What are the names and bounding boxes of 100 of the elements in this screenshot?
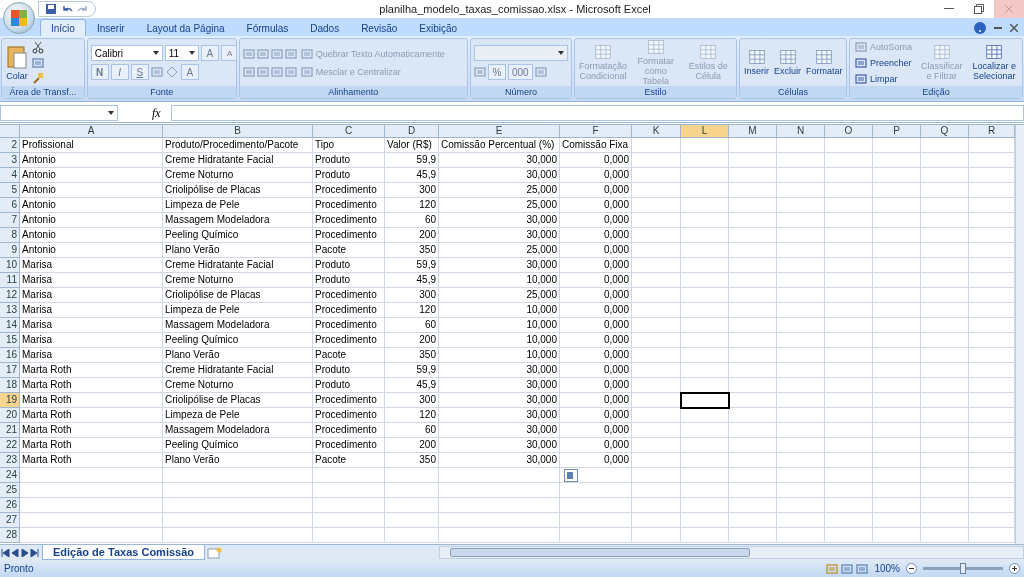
empty-cell[interactable] [873, 483, 921, 498]
empty-cell[interactable] [921, 243, 969, 258]
empty-cell[interactable] [385, 528, 439, 543]
empty-cell[interactable] [825, 168, 873, 183]
empty-cell[interactable] [313, 498, 385, 513]
row-header[interactable]: 10 [0, 258, 20, 273]
empty-cell[interactable] [313, 483, 385, 498]
editing-button[interactable]: Preencher [853, 55, 915, 70]
empty-cell[interactable] [163, 528, 313, 543]
empty-cell[interactable] [729, 288, 777, 303]
empty-cell[interactable] [632, 498, 681, 513]
empty-cell[interactable] [873, 138, 921, 153]
column-header[interactable]: C [313, 125, 385, 138]
row-header[interactable]: 18 [0, 378, 20, 393]
empty-cell[interactable] [921, 213, 969, 228]
empty-cell[interactable] [632, 318, 681, 333]
empty-cell[interactable] [777, 453, 825, 468]
empty-cell[interactable] [681, 183, 729, 198]
empty-cell[interactable] [873, 183, 921, 198]
empty-cell[interactable] [729, 423, 777, 438]
empty-cell[interactable] [729, 198, 777, 213]
empty-cell[interactable] [632, 228, 681, 243]
empty-cell[interactable] [632, 183, 681, 198]
empty-cell[interactable] [681, 423, 729, 438]
empty-cell[interactable] [560, 498, 632, 513]
empty-cell[interactable] [777, 243, 825, 258]
empty-cell[interactable] [163, 498, 313, 513]
empty-cell[interactable] [873, 438, 921, 453]
empty-cell[interactable] [385, 483, 439, 498]
save-icon[interactable] [45, 3, 57, 15]
column-header[interactable]: A [20, 125, 163, 138]
new-sheet-icon[interactable] [207, 546, 224, 559]
row-header[interactable]: 21 [0, 423, 20, 438]
row-header[interactable]: 12 [0, 288, 20, 303]
empty-cell[interactable] [777, 153, 825, 168]
paste-options-icon[interactable] [564, 469, 578, 482]
empty-cell[interactable] [873, 198, 921, 213]
empty-cell[interactable] [681, 318, 729, 333]
empty-cell[interactable] [729, 333, 777, 348]
empty-cell[interactable] [777, 168, 825, 183]
active-cell[interactable] [681, 393, 729, 408]
empty-cell[interactable] [921, 198, 969, 213]
empty-cell[interactable] [681, 243, 729, 258]
select-all-corner[interactable] [0, 125, 20, 138]
empty-cell[interactable] [777, 273, 825, 288]
empty-cell[interactable] [825, 138, 873, 153]
empty-cell[interactable] [825, 228, 873, 243]
empty-cell[interactable] [825, 528, 873, 543]
empty-cell[interactable] [825, 243, 873, 258]
empty-cell[interactable] [632, 423, 681, 438]
empty-cell[interactable] [777, 363, 825, 378]
empty-cell[interactable] [632, 258, 681, 273]
row-header[interactable]: 26 [0, 498, 20, 513]
empty-cell[interactable] [385, 498, 439, 513]
empty-cell[interactable] [729, 453, 777, 468]
row-header[interactable]: 7 [0, 213, 20, 228]
empty-cell[interactable] [921, 333, 969, 348]
empty-cell[interactable] [632, 363, 681, 378]
empty-cell[interactable] [921, 528, 969, 543]
empty-cell[interactable] [921, 273, 969, 288]
empty-cell[interactable] [921, 378, 969, 393]
column-header[interactable]: B [163, 125, 313, 138]
empty-cell[interactable] [825, 453, 873, 468]
empty-cell[interactable] [777, 513, 825, 528]
empty-cell[interactable] [681, 168, 729, 183]
thousands-button[interactable]: 000 [508, 64, 533, 80]
column-header[interactable]: K [632, 125, 681, 138]
ribbon-tab[interactable]: Fórmulas [235, 19, 300, 36]
empty-cell[interactable] [873, 228, 921, 243]
row-header[interactable]: 11 [0, 273, 20, 288]
empty-cell[interactable] [681, 333, 729, 348]
empty-cell[interactable] [921, 468, 969, 483]
ribbon-tab[interactable]: Revisão [350, 19, 409, 36]
row-header[interactable]: 20 [0, 408, 20, 423]
empty-cell[interactable] [777, 183, 825, 198]
sheet-tab[interactable]: Edição de Taxas Comissão [42, 545, 206, 560]
empty-cell[interactable] [873, 273, 921, 288]
empty-cell[interactable] [681, 138, 729, 153]
empty-cell[interactable] [777, 378, 825, 393]
empty-cell[interactable] [729, 378, 777, 393]
empty-cell[interactable] [632, 438, 681, 453]
empty-cell[interactable] [873, 258, 921, 273]
empty-cell[interactable] [921, 438, 969, 453]
row-header[interactable]: 23 [0, 453, 20, 468]
empty-cell[interactable] [681, 453, 729, 468]
empty-cell[interactable] [681, 258, 729, 273]
empty-cell[interactable] [632, 273, 681, 288]
empty-cell[interactable] [873, 213, 921, 228]
empty-cell[interactable] [825, 183, 873, 198]
row-header[interactable]: 9 [0, 243, 20, 258]
empty-cell[interactable] [873, 318, 921, 333]
empty-cell[interactable] [873, 408, 921, 423]
italic-button[interactable]: I [110, 64, 129, 80]
column-header[interactable]: M [729, 125, 777, 138]
empty-cell[interactable] [777, 333, 825, 348]
empty-cell[interactable] [921, 363, 969, 378]
horizontal-scrollbar[interactable] [439, 546, 1024, 559]
empty-cell[interactable] [777, 393, 825, 408]
empty-cell[interactable] [921, 393, 969, 408]
help-icon[interactable] [974, 21, 986, 34]
